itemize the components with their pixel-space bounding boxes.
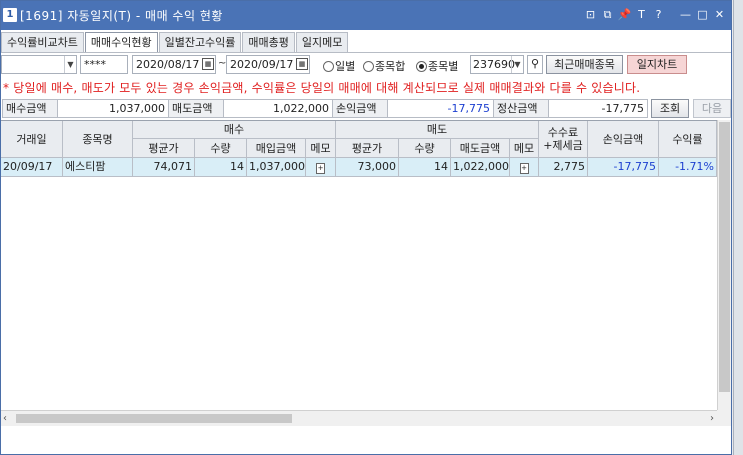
header-pnl[interactable]: 손익금액 (588, 121, 659, 158)
buy-amount-label: 매수금액 (2, 99, 58, 118)
pnl-value: -17,775 (387, 99, 494, 118)
cell-sell-amount[interactable]: 1,022,000 (451, 158, 510, 177)
help-icon[interactable]: ? (651, 7, 666, 22)
tab-divider (1, 52, 731, 53)
header-fee-tax[interactable]: 수수료 +제세금 (539, 121, 588, 158)
chevron-down-icon: ▼ (64, 56, 76, 73)
calendar-icon[interactable]: ▦ (202, 58, 214, 70)
pnl-label: 손익금액 (332, 99, 388, 118)
background-window-edge (733, 0, 743, 455)
buy-amount-value: 1,037,000 (57, 99, 169, 118)
password-field[interactable]: **** (80, 55, 128, 74)
tab-bar: 수익률비교차트 매매수익현황 일별잔고수익률 매매총평 일지메모 (1, 32, 349, 53)
close-icon[interactable]: ✕ (712, 7, 727, 22)
copy-window-icon[interactable]: ⧉ (600, 7, 615, 22)
cell-sell-qty[interactable]: 14 (399, 158, 451, 177)
vertical-scrollbar[interactable] (717, 120, 731, 410)
cell-trade-date[interactable]: 20/09/17 (1, 158, 63, 177)
main-window: 1 [1691] 자동일지(T) - 매매 수익 현황 ⊡ ⧉ 📌 T ? — … (0, 0, 732, 455)
header-trade-date[interactable]: 거래일 (1, 121, 63, 158)
horizontal-scroll-thumb[interactable] (16, 414, 292, 423)
stock-code-select[interactable]: 237690 ▼ (470, 55, 524, 74)
minimize-icon[interactable]: — (678, 7, 693, 22)
header-buy-avg[interactable]: 평균가 (133, 139, 195, 158)
radio-button (323, 60, 334, 72)
font-size-icon[interactable]: T (634, 7, 649, 22)
radio-button (363, 60, 374, 72)
horizontal-scrollbar[interactable]: ‹ › (1, 410, 717, 426)
tab-trade-review[interactable]: 매매총평 (242, 32, 295, 53)
settle-label: 정산금액 (493, 99, 549, 118)
header-buy-group: 매수 (133, 121, 336, 139)
date-from-value: 2020/08/17 (136, 58, 200, 71)
scroll-left-icon[interactable]: ‹ (3, 413, 7, 424)
maximize-icon[interactable]: □ (695, 7, 710, 22)
cell-stock-name[interactable]: 에스티팜 (63, 158, 133, 177)
header-return-rate[interactable]: 수익률 (659, 121, 717, 158)
query-button[interactable]: 조회 (651, 99, 689, 118)
sell-amount-value: 1,022,000 (223, 99, 333, 118)
cell-buy-memo[interactable]: + (306, 158, 336, 177)
pin-icon[interactable]: 📌 (617, 7, 632, 22)
chevron-down-icon: ▼ (511, 56, 523, 73)
title-bar-buttons: ⊡ ⧉ 📌 T ? — □ ✕ (583, 7, 727, 22)
journal-chart-button[interactable]: 일지차트 (627, 55, 687, 74)
cell-sell-memo[interactable]: + (510, 158, 539, 177)
sell-amount-label: 매도금액 (168, 99, 224, 118)
tab-journal-memo[interactable]: 일지메모 (295, 32, 349, 53)
scrollbar-corner (717, 410, 731, 426)
radio-by-stock-sum-label: 종목합 (375, 60, 406, 73)
memo-icon[interactable]: + (316, 163, 325, 174)
header-buy-qty[interactable]: 수량 (195, 139, 247, 158)
recent-trades-button[interactable]: 최근매매종목 (546, 55, 623, 74)
link-icon[interactable]: ⊡ (583, 7, 598, 22)
cell-pnl[interactable]: -17,775 (588, 158, 659, 177)
date-to-value: 2020/09/17 (230, 58, 294, 71)
window-title: [1691] 자동일지(T) - 매매 수익 현황 (20, 9, 223, 23)
date-from-field[interactable]: 2020/08/17 ▦ (132, 55, 216, 74)
summary-bar: 매수금액 1,037,000 매도금액 1,022,000 손익금액 -17,7… (1, 98, 731, 118)
radio-daily[interactable]: 일별 (323, 58, 355, 74)
cell-fee-tax[interactable]: 2,775 (539, 158, 588, 177)
header-stock-name[interactable]: 종목명 (63, 121, 133, 158)
next-button[interactable]: 다음 (693, 99, 731, 118)
stock-code-value: 237690 (473, 58, 515, 71)
cell-buy-avg[interactable]: 74,071 (133, 158, 195, 177)
title-bar[interactable]: 1 [1691] 자동일지(T) - 매매 수익 현황 ⊡ ⧉ 📌 T ? — … (1, 1, 731, 30)
header-sell-avg[interactable]: 평균가 (336, 139, 399, 158)
header-sell-amount[interactable]: 매도금액 (451, 139, 510, 158)
header-sell-memo[interactable]: 메모 (510, 139, 539, 158)
window-number-icon: 1 (3, 8, 17, 22)
radio-by-stock-label: 종목별 (428, 60, 459, 73)
notice-text: * 당일에 매수, 매도가 모두 있는 경우 손익금액, 수익률은 당일의 매매… (3, 81, 641, 95)
settle-value: -17,775 (548, 99, 648, 118)
cell-sell-avg[interactable]: 73,000 (336, 158, 399, 177)
radio-by-stock[interactable]: 종목별 (416, 58, 458, 74)
bottom-area (1, 426, 731, 454)
memo-icon[interactable]: + (519, 163, 529, 174)
tab-trade-profit-status[interactable]: 매매수익현황 (84, 32, 158, 53)
tab-daily-balance-return[interactable]: 일별잔고수익률 (158, 32, 242, 53)
radio-button-selected (416, 60, 427, 72)
calendar-icon[interactable]: ▦ (296, 58, 308, 70)
cell-buy-amount[interactable]: 1,037,000 (247, 158, 306, 177)
date-to-field[interactable]: 2020/09/17 ▦ (226, 55, 310, 74)
cell-return-rate[interactable]: -1.71% (659, 158, 717, 177)
account-select[interactable]: ▼ (1, 55, 77, 74)
header-buy-amount[interactable]: 매입금액 (247, 139, 306, 158)
header-buy-memo[interactable]: 메모 (306, 139, 336, 158)
header-sell-group: 매도 (336, 121, 539, 139)
header-sell-qty[interactable]: 수량 (399, 139, 451, 158)
cell-buy-qty[interactable]: 14 (195, 158, 247, 177)
radio-daily-label: 일별 (335, 60, 356, 73)
tab-return-comparison-chart[interactable]: 수익률비교차트 (1, 32, 84, 53)
search-icon[interactable]: ⚲ (527, 55, 543, 74)
trade-table[interactable]: 거래일 종목명 매수 매도 수수료 +제세금 손익금액 수익률 평균가 수량 매… (1, 120, 717, 410)
radio-by-stock-sum[interactable]: 종목합 (363, 58, 405, 74)
scroll-right-icon[interactable]: › (710, 413, 714, 424)
vertical-scroll-thumb[interactable] (719, 122, 730, 392)
toolbar: ▼ **** 2020/08/17 ▦ ~ 2020/09/17 ▦ 일별 종목… (1, 54, 731, 75)
